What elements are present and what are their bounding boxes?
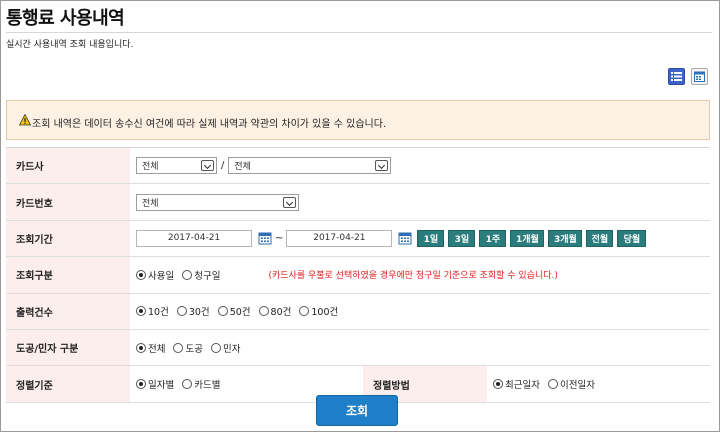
radio-sort-oldest[interactable]: 이전일자	[547, 377, 595, 391]
radio-button[interactable]	[136, 269, 146, 280]
card-number-select[interactable]: 전체	[136, 193, 299, 211]
label-output-count: 출력건수	[6, 293, 130, 329]
radio-road-all[interactable]: 전체	[136, 341, 165, 355]
radio-road-public[interactable]: 도공	[173, 341, 203, 355]
label-road-type: 도공/민자 구분	[6, 329, 130, 366]
radio-road-private[interactable]: 민자	[210, 341, 240, 355]
radio-use-date[interactable]: 사용일	[136, 268, 174, 282]
radio-button[interactable]	[210, 342, 221, 353]
radio-button[interactable]	[136, 379, 146, 390]
calendar-icon[interactable]	[258, 231, 272, 245]
radio-sort-recent[interactable]: 최근일자	[493, 377, 540, 391]
period-1month-button[interactable]: 1개월	[510, 229, 545, 247]
radio-button[interactable]	[182, 269, 193, 280]
label-card-number: 카드번호	[6, 184, 130, 220]
lookup-type-note: (카드사를 우불로 선택하였을 경우에만 청구일 기준으로 조회할 수 있습니다…	[268, 271, 558, 282]
list-view-button[interactable]	[668, 68, 685, 85]
notice-text: 조회 내역은 데이터 송수신 여건에 따라 실제 내역과 약관의 차이가 있을 …	[32, 119, 387, 130]
radio-billing-date[interactable]: 청구일	[182, 268, 220, 282]
card-company-select[interactable]: 전체	[136, 157, 217, 175]
search-submit-button[interactable]: 조회	[316, 395, 398, 426]
calendar-icon[interactable]	[398, 231, 412, 245]
radio-button[interactable]	[493, 379, 503, 390]
radio-count-80[interactable]: 80건	[258, 304, 291, 318]
row-card-number: 카드번호 전체	[6, 184, 710, 221]
row-card-company: 카드사 전체 / 전체	[6, 148, 710, 185]
title-divider	[6, 32, 712, 33]
radio-button[interactable]	[136, 342, 146, 353]
chevron-down-icon	[201, 160, 214, 172]
end-date-input[interactable]: 2017-04-21	[286, 229, 393, 247]
radio-count-50[interactable]: 50건	[217, 304, 251, 318]
row-lookup-type: 조회구분 사용일 청구일 (카드사를 우불로 선택하였을 경우에만 청구일 기준…	[6, 257, 710, 294]
chevron-down-icon	[375, 160, 389, 172]
period-3month-button[interactable]: 3개월	[548, 229, 583, 247]
card-type-select[interactable]: 전체	[228, 157, 392, 175]
period-last-month-button[interactable]: 전월	[586, 229, 614, 247]
radio-button[interactable]	[176, 306, 187, 317]
row-output-count: 출력건수 10건 30건 50건 80건 100건	[6, 293, 710, 330]
list-icon	[671, 72, 682, 81]
radio-button[interactable]	[136, 306, 146, 317]
radio-button[interactable]	[299, 306, 310, 317]
period-1day-button[interactable]: 1일	[417, 229, 445, 247]
radio-count-30[interactable]: 30건	[176, 304, 210, 318]
label-lookup-type: 조회구분	[6, 257, 130, 293]
page-subtitle: 실시간 사용내역 조회 내용입니다.	[6, 40, 134, 50]
radio-button[interactable]	[182, 379, 193, 390]
label-period: 조회기간	[6, 220, 130, 257]
radio-button[interactable]	[217, 306, 228, 317]
period-1week-button[interactable]: 1주	[479, 229, 507, 247]
label-sort-basis: 정렬기준	[6, 366, 130, 402]
radio-button[interactable]	[547, 379, 558, 390]
calendar-icon	[694, 71, 705, 82]
page-title: 통행료 사용내역	[6, 8, 125, 29]
period-3day-button[interactable]: 3일	[448, 229, 476, 247]
radio-button[interactable]	[173, 342, 184, 353]
label-card-company: 카드사	[6, 148, 130, 184]
period-this-month-button[interactable]: 당월	[617, 229, 647, 247]
chevron-down-icon	[283, 196, 296, 208]
radio-sort-by-date[interactable]: 일자별	[136, 377, 174, 391]
row-road-type: 도공/민자 구분 전체 도공 민자	[6, 329, 710, 367]
radio-sort-by-card[interactable]: 카드별	[182, 377, 220, 391]
search-form: 카드사 전체 / 전체 카드번호 전체 조회기간 2017-04-21 ~ 20…	[6, 147, 710, 403]
radio-count-100[interactable]: 100건	[299, 304, 338, 318]
radio-count-10[interactable]: 10건	[136, 304, 169, 318]
warning-icon	[19, 114, 31, 126]
radio-button[interactable]	[258, 306, 269, 317]
row-period: 조회기간 2017-04-21 ~ 2017-04-21 1일 3일 1주 1개…	[6, 220, 710, 258]
period-tilde: ~	[275, 232, 284, 244]
select-separator: /	[221, 160, 225, 172]
start-date-input[interactable]: 2017-04-21	[136, 229, 252, 247]
calendar-view-button[interactable]	[691, 68, 708, 85]
notice-box: 조회 내역은 데이터 송수신 여건에 따라 실제 내역과 약관의 차이가 있을 …	[6, 100, 710, 140]
